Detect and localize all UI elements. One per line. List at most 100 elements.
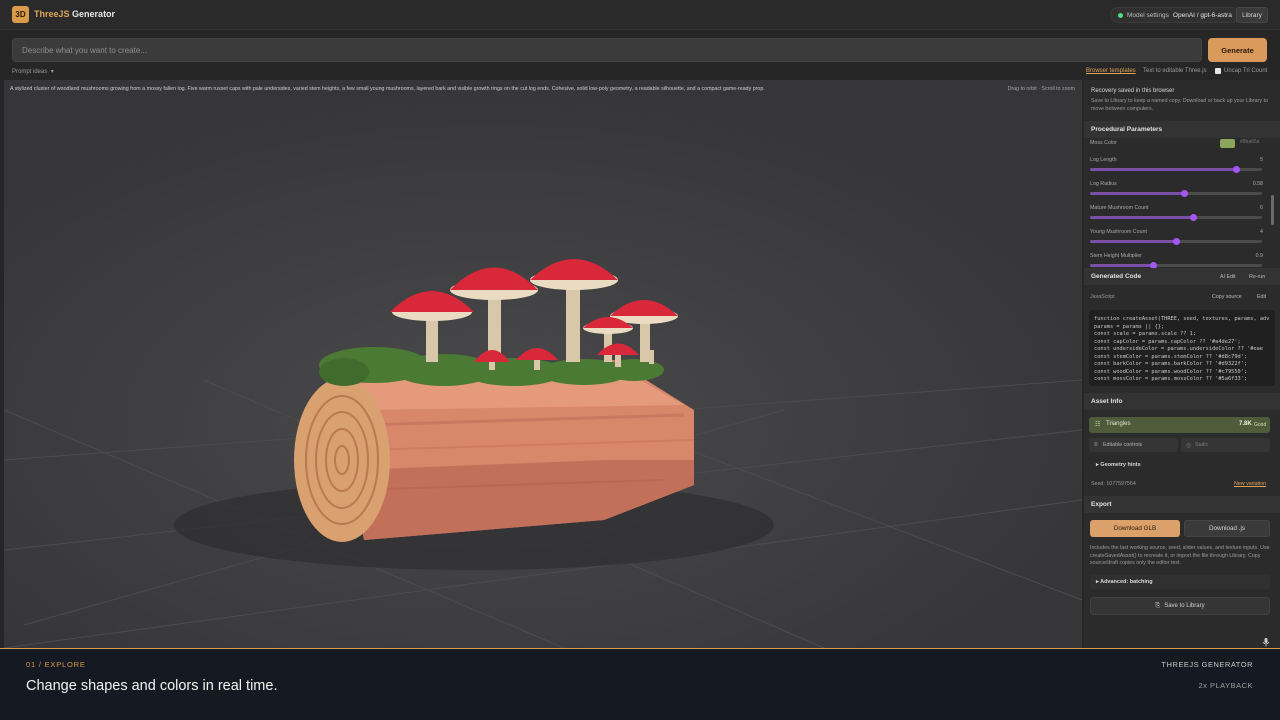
geometry-hints-toggle[interactable]: ▸ Geometry hints — [1096, 462, 1141, 468]
step-label: 01 / EXPLORE — [26, 660, 86, 669]
playback-speed: 2x PLAYBACK — [1198, 681, 1253, 690]
prompt-ideas-label: Prompt ideas — [12, 69, 48, 75]
code-line: const barkColor = params.barkColor ?? '#… — [1094, 361, 1248, 367]
slider-fill — [1090, 192, 1185, 195]
save-to-library-label: Save to Library — [1164, 603, 1205, 609]
copy-source-button[interactable]: Copy source — [1212, 294, 1242, 300]
slider-thumb[interactable] — [1189, 214, 1197, 221]
param-value: 4 — [1260, 229, 1263, 235]
app-header: 3D ThreeJS Generator Model settings Open… — [0, 0, 1280, 30]
asset-info-title: Asset Info — [1091, 398, 1123, 405]
slider-fill — [1090, 168, 1237, 171]
side-panel: Recovery saved in this browser Save to L… — [1084, 80, 1280, 648]
recovery-text: Save to Library to keep a named copy. Do… — [1091, 98, 1268, 112]
param-slider[interactable] — [1090, 238, 1262, 245]
editable-controls-label: Editable controls — [1103, 442, 1143, 448]
advanced-batching-toggle[interactable]: ▸ Advanced: batching — [1090, 575, 1270, 589]
param-value: 5 — [1260, 157, 1263, 163]
edit-button[interactable]: Edit — [1257, 294, 1266, 300]
code-line: params = params || {}; — [1094, 323, 1165, 330]
code-editor[interactable]: function createAsset(THREE, seed, textur… — [1089, 310, 1275, 386]
editable-controls-chip: ≡ Editable controls — [1089, 438, 1178, 452]
seed-text: Seed: 1077597564 — [1091, 481, 1136, 487]
footer-brand: THREEJS GENERATOR — [1161, 660, 1253, 669]
slider-thumb[interactable] — [1232, 166, 1240, 173]
prompt-ideas-toggle[interactable]: Prompt ideas ▾ — [12, 68, 54, 75]
download-js-button[interactable]: Download .js — [1184, 520, 1270, 537]
code-line: const undersideColor = params.undersideC… — [1094, 346, 1264, 352]
export-title: Export — [1091, 501, 1112, 508]
code-line: function createAsset(THREE, seed, textur… — [1094, 316, 1270, 322]
app-title: ThreeJS Generator — [34, 9, 115, 19]
scene-render — [4, 80, 1082, 648]
browser-templates-link[interactable]: Browser templates — [1086, 68, 1136, 74]
slider-thumb[interactable] — [1172, 238, 1180, 245]
slider-fill — [1090, 216, 1194, 219]
save-to-library-button[interactable]: ⎘ Save to Library — [1090, 597, 1270, 615]
param-value: 6 — [1260, 205, 1263, 211]
param-slider[interactable] — [1090, 190, 1262, 197]
model-settings-label: Model settings — [1127, 11, 1169, 19]
slider-fill — [1090, 240, 1176, 243]
disclosure-triangle-icon: ▸ — [1096, 579, 1099, 585]
text-to-editable-link[interactable]: Text to editable Three.js — [1143, 68, 1207, 74]
app-title-rest: Generator — [72, 9, 116, 19]
param-label: Stem Height Multiplier — [1090, 253, 1142, 259]
advanced-batching-row: ▸ Advanced: batching — [1096, 579, 1153, 585]
generate-button[interactable]: Generate — [1208, 38, 1267, 62]
param-value: 0.58 — [1252, 181, 1263, 187]
code-line: const woodColor = params.woodColor ?? '#… — [1094, 368, 1248, 375]
param-label: Log Radius — [1090, 181, 1117, 187]
param-label: Young Mushroom Count — [1090, 229, 1147, 235]
moss-color-hex: #8ba65a — [1240, 139, 1260, 145]
app-logo: 3D — [12, 6, 29, 23]
ai-edit-button[interactable]: AI Edit — [1220, 274, 1236, 280]
rerun-button[interactable]: Re-run — [1249, 274, 1265, 280]
uncap-label: Uncap Tri Count — [1224, 68, 1268, 74]
code-title: Generated Code — [1091, 273, 1142, 280]
prompt-input[interactable] — [12, 38, 1202, 62]
static-icon: ◎ — [1186, 442, 1192, 449]
uncap-checkbox[interactable] — [1215, 68, 1221, 74]
moss-color-swatch[interactable] — [1220, 139, 1235, 148]
triangles-label: Triangles — [1106, 421, 1131, 427]
library-button[interactable]: Library — [1236, 7, 1268, 23]
model-settings-value: OpenAI / gpt-6-astra — [1172, 11, 1232, 19]
param-label: Mature Mushroom Count — [1090, 205, 1149, 211]
code-line: const mossColor = params.mossColor ?? '#… — [1094, 376, 1248, 382]
status-dot-icon — [1118, 12, 1123, 18]
param-slider[interactable] — [1090, 262, 1262, 269]
param-slider[interactable] — [1090, 166, 1262, 173]
chevron-down-icon: ▾ — [49, 69, 54, 75]
param-label: Log Length — [1090, 157, 1117, 163]
prompt-echo-text: A stylized cluster of woodland mushrooms… — [10, 86, 765, 92]
params-title: Procedural Parameters — [1091, 126, 1163, 133]
triangles-meter: ☷ Triangles 7.8K Good — [1089, 417, 1270, 433]
grid-icon: ☷ — [1095, 422, 1101, 428]
export-header — [1084, 496, 1280, 513]
orbit-hint: Drag to orbit · Scroll to zoom — [1007, 86, 1075, 92]
slider-thumb[interactable] — [1181, 190, 1189, 197]
params-scrollbar[interactable] — [1271, 195, 1274, 225]
uncap-tri-count-toggle[interactable]: Uncap Tri Count — [1215, 68, 1267, 74]
disclosure-triangle-icon: ▸ — [1096, 462, 1099, 468]
caption-text: Change shapes and colors in real time. — [26, 678, 278, 694]
code-line: const scale = params.scale ?? 1; — [1094, 331, 1197, 337]
recovery-title: Recovery saved in this browser — [1091, 88, 1175, 94]
download-glb-button[interactable]: Download GLB — [1090, 520, 1180, 537]
sliders-icon: ≡ — [1094, 442, 1098, 448]
param-value: 0.9 — [1255, 253, 1263, 259]
tutorial-footer: 01 / EXPLORE Change shapes and colors in… — [0, 648, 1280, 720]
code-line: const stemColor = params.stemColor ?? '#… — [1094, 353, 1248, 360]
static-label: Static — [1195, 442, 1209, 448]
param-slider[interactable] — [1090, 214, 1262, 221]
code-line: const capColor = params.capColor ?? '#a4… — [1094, 338, 1241, 345]
static-chip: ◎ Static — [1181, 438, 1270, 452]
triangles-value: 7.8K — [1239, 421, 1252, 427]
model-settings-button[interactable]: Model settings OpenAI / gpt-6-astra — [1110, 7, 1240, 23]
microphone-icon[interactable] — [1261, 637, 1271, 647]
new-variation-link[interactable]: New variation — [1234, 481, 1266, 487]
triangles-rating: Good — [1254, 421, 1267, 428]
3d-viewport[interactable]: A stylized cluster of woodland mushrooms… — [4, 80, 1082, 648]
moss-color-label: Moss Color — [1090, 140, 1117, 146]
